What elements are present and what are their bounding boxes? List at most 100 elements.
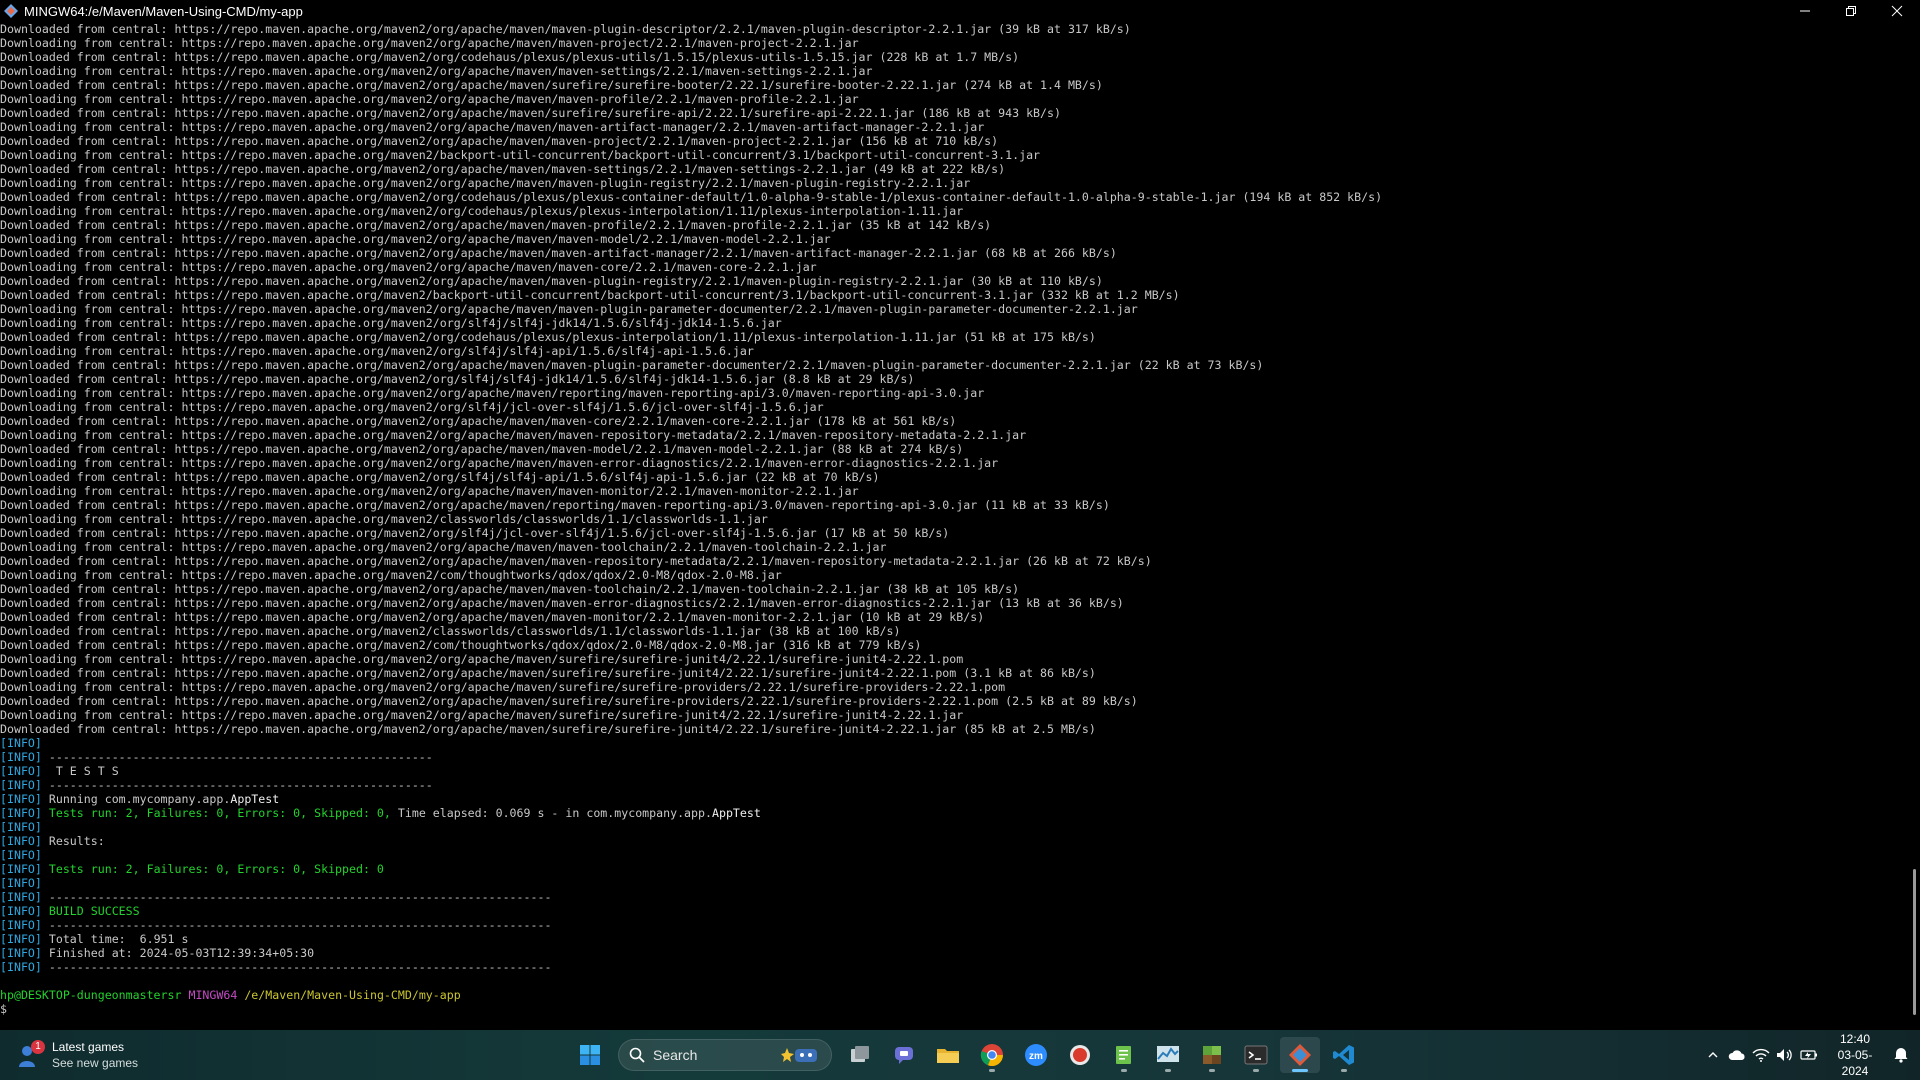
- task-manager-icon: [1157, 1046, 1179, 1062]
- terminal-line: Downloading from central: https://repo.m…: [0, 386, 1908, 400]
- onedrive-button[interactable]: [1726, 1037, 1748, 1073]
- terminal-line: [INFO] ---------------------------------…: [0, 890, 1908, 904]
- clock-date: 03-05-2024: [1837, 1048, 1873, 1078]
- terminal-line: Downloaded from central: https://repo.ma…: [0, 78, 1908, 92]
- line-text: Downloading from central: https://repo.m…: [0, 148, 1041, 162]
- terminal-line: Downloading from central: https://repo.m…: [0, 260, 1908, 274]
- line-text: Downloading from central: https://repo.m…: [0, 708, 964, 722]
- task-manager-button[interactable]: [1148, 1037, 1188, 1073]
- close-button[interactable]: [1874, 0, 1920, 22]
- line-text: $: [0, 1002, 7, 1016]
- taskbar: 1 Latest games See new games Search zm 1…: [0, 1030, 1920, 1080]
- line-text: Downloading from central: https://repo.m…: [0, 484, 859, 498]
- terminal-line: Downloaded from central: https://repo.ma…: [0, 582, 1908, 596]
- line-text: Downloading from central: https://repo.m…: [0, 512, 768, 526]
- terminal-line: Downloading from central: https://repo.m…: [0, 344, 1908, 358]
- line-text: Downloading from central: https://repo.m…: [0, 92, 859, 106]
- start-button[interactable]: [570, 1037, 610, 1073]
- terminal-line: Downloaded from central: https://repo.ma…: [0, 358, 1908, 372]
- log-level-tag: [INFO]: [0, 736, 42, 750]
- line-text: Downloading from central: https://repo.m…: [0, 120, 985, 134]
- minimize-button[interactable]: [1782, 0, 1828, 22]
- chrome-icon: [980, 1044, 1004, 1067]
- zoom-button[interactable]: zm: [1016, 1037, 1056, 1073]
- line-text: Total time: 6.951 s: [41, 932, 189, 946]
- terminal-line: [INFO]: [0, 876, 1908, 890]
- network-button[interactable]: [1750, 1037, 1772, 1073]
- file-explorer-button[interactable]: [928, 1037, 968, 1073]
- clock[interactable]: 12:40 03-05-2024: [1825, 1031, 1885, 1079]
- line-text: Downloaded from central: https://repo.ma…: [0, 78, 1103, 92]
- show-hidden-icons-button[interactable]: [1702, 1037, 1724, 1073]
- line-text: Downloading from central: https://repo.m…: [0, 568, 782, 582]
- terminal-line: Downloaded from central: https://repo.ma…: [0, 526, 1908, 540]
- vscode-button[interactable]: [1324, 1037, 1364, 1073]
- games-widget[interactable]: 1 Latest games See new games: [16, 1037, 138, 1073]
- terminal-line: [INFO] Finished at: 2024-05-03T12:39:34+…: [0, 946, 1908, 960]
- terminal-line: Downloading from central: https://repo.m…: [0, 302, 1908, 316]
- line-text: Downloaded from central: https://repo.ma…: [0, 694, 1138, 708]
- chevron-up-icon: [1708, 1052, 1718, 1058]
- line-text: Downloaded from central: https://repo.ma…: [0, 274, 1103, 288]
- scrollbar-thumb[interactable]: [1913, 868, 1916, 1015]
- notepad-button[interactable]: [1104, 1037, 1144, 1073]
- restore-button[interactable]: [1828, 0, 1874, 22]
- line-text: Downloading from central: https://repo.m…: [0, 456, 999, 470]
- terminal-line: [INFO] ---------------------------------…: [0, 918, 1908, 932]
- task-view-button[interactable]: [840, 1037, 880, 1073]
- line-text: Downloaded from central: https://repo.ma…: [0, 610, 985, 624]
- search-box[interactable]: Search: [618, 1039, 832, 1071]
- volume-button[interactable]: [1774, 1037, 1796, 1073]
- line-text: Downloading from central: https://repo.m…: [0, 176, 971, 190]
- terminal-line: Downloading from central: https://repo.m…: [0, 428, 1908, 442]
- terminal-line: Downloaded from central: https://repo.ma…: [0, 218, 1908, 232]
- terminal-line: Downloading from central: https://repo.m…: [0, 232, 1908, 246]
- terminal-line: [INFO] Running com.mycompany.app.AppTest: [0, 792, 1908, 806]
- line-text: Downloaded from central: https://repo.ma…: [0, 162, 1006, 176]
- log-level-tag: [INFO]: [0, 792, 42, 806]
- minecraft-button[interactable]: [1192, 1037, 1232, 1073]
- terminal-line: Downloading from central: https://repo.m…: [0, 92, 1908, 106]
- terminal-line: Downloaded from central: https://repo.ma…: [0, 274, 1908, 288]
- terminal-line: Downloaded from central: https://repo.ma…: [0, 246, 1908, 260]
- terminal-line: [INFO]: [0, 820, 1908, 834]
- terminal-button[interactable]: [1236, 1037, 1276, 1073]
- recorder-button[interactable]: [1060, 1037, 1100, 1073]
- terminal-line: [INFO] T E S T S: [0, 764, 1908, 778]
- log-level-tag: [INFO]: [0, 820, 42, 834]
- battery-button[interactable]: [1798, 1037, 1820, 1073]
- line-text: Downloading from central: https://repo.m…: [0, 36, 859, 50]
- line-text: Downloaded from central: https://repo.ma…: [0, 218, 992, 232]
- battery-charging-icon: [1800, 1050, 1817, 1060]
- terminal-line: Downloaded from central: https://repo.ma…: [0, 372, 1908, 386]
- notifications-button[interactable]: [1890, 1037, 1912, 1073]
- running-indicator: [1121, 1069, 1127, 1072]
- line-text: Downloaded from central: https://repo.ma…: [0, 414, 957, 428]
- terminal-scrollbar[interactable]: [1908, 22, 1920, 1030]
- close-icon: [1891, 5, 1903, 17]
- terminal-output[interactable]: Downloaded from central: https://repo.ma…: [0, 22, 1908, 1030]
- active-indicator: [1292, 1069, 1308, 1072]
- terminal-line: $: [0, 1002, 1908, 1016]
- terminal-line: [INFO] ---------------------------------…: [0, 960, 1908, 974]
- chrome-button[interactable]: [972, 1037, 1012, 1073]
- log-level-tag: [INFO]: [0, 862, 42, 876]
- search-placeholder: Search: [653, 1047, 698, 1063]
- svg-text:zm: zm: [1029, 1051, 1043, 1062]
- line-text: Downloaded from central: https://repo.ma…: [0, 288, 1180, 302]
- teams-chat-button[interactable]: [884, 1037, 924, 1073]
- terminal-line: Downloading from central: https://repo.m…: [0, 148, 1908, 162]
- window-title-bar[interactable]: MINGW64:/e/Maven/Maven-Using-CMD/my-app: [0, 0, 1920, 22]
- line-text: Downloading from central: https://repo.m…: [0, 316, 782, 330]
- line-text: Downloaded from central: https://repo.ma…: [0, 134, 999, 148]
- terminal-line: Downloading from central: https://repo.m…: [0, 456, 1908, 470]
- line-text: Downloading from central: https://repo.m…: [0, 540, 887, 554]
- running-indicator: [1341, 1069, 1347, 1072]
- git-bash-button[interactable]: [1280, 1037, 1320, 1073]
- line-text: Downloaded from central: https://repo.ma…: [0, 22, 1131, 36]
- status-text: Tests run: 2, Failures: 0, Errors: 0, Sk…: [41, 862, 384, 876]
- terminal-line: [INFO] ---------------------------------…: [0, 750, 1908, 764]
- line-text: Downloaded from central: https://repo.ma…: [0, 470, 880, 484]
- terminal-line: Downloading from central: https://repo.m…: [0, 484, 1908, 498]
